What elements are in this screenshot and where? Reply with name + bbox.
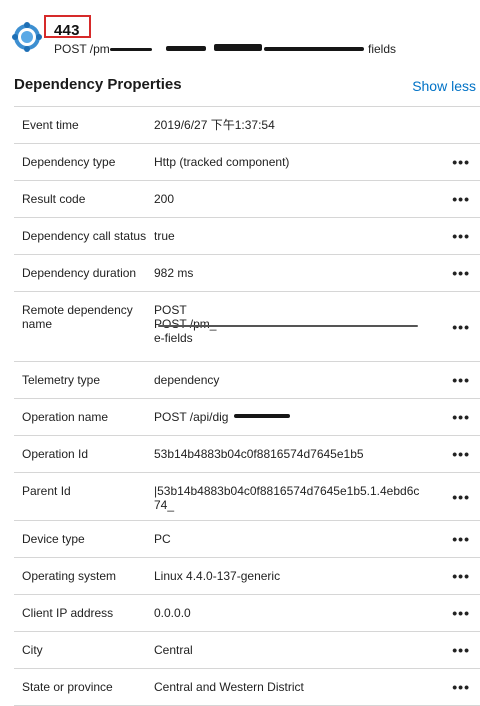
more-options-icon[interactable]: ••• <box>452 680 470 694</box>
property-value: 2019/6/27 下午1:37:54 <box>154 118 275 132</box>
property-row-result-code: Result code 200 ••• <box>14 181 480 218</box>
subtitle-method-path: POST /pm <box>54 42 110 56</box>
property-value: Central and Western District <box>154 680 304 694</box>
more-options-icon[interactable]: ••• <box>452 229 470 243</box>
redaction-mark <box>158 325 418 327</box>
application-insights-icon <box>12 22 42 52</box>
show-less-link[interactable]: Show less <box>412 78 476 94</box>
properties-table: Event time 2019/6/27 下午1:37:54 Dependenc… <box>14 106 480 706</box>
property-label: Dependency duration <box>22 266 137 280</box>
redaction-mark <box>214 44 262 51</box>
more-options-icon[interactable]: ••• <box>452 266 470 280</box>
remote-name-line3: e-fields <box>154 331 193 345</box>
redaction-mark <box>234 414 290 418</box>
more-options-icon[interactable]: ••• <box>452 606 470 620</box>
property-row-telemetry-type: Telemetry type dependency ••• <box>14 362 480 399</box>
property-value: 0.0.0.0 <box>154 606 191 620</box>
property-row-remote-dependency-name: Remote dependency name POST POST /pm_ e-… <box>14 292 480 362</box>
property-row-state-province: State or province Central and Western Di… <box>14 669 480 706</box>
property-row-parent-id: Parent Id |53b14b4883b04c0f8816574d7645e… <box>14 473 480 521</box>
property-value: Http (tracked component) <box>154 155 290 169</box>
operation-name-text: POST /api/dig <box>154 410 229 424</box>
property-label: Operation name <box>22 410 109 424</box>
property-row-dependency-type: Dependency type Http (tracked component)… <box>14 144 480 181</box>
property-label: State or province <box>22 680 113 694</box>
more-options-icon[interactable]: ••• <box>452 569 470 583</box>
more-options-icon[interactable]: ••• <box>452 532 470 546</box>
redaction-mark <box>264 47 364 51</box>
property-value: dependency <box>154 373 220 387</box>
section-title: Dependency Properties <box>14 76 182 93</box>
request-subtitle: POST /pm fields <box>54 42 414 58</box>
property-value: 200 <box>154 192 175 206</box>
property-value: |53b14b4883b04c0f8816574d7645e1b5.1.4ebd… <box>154 484 420 512</box>
property-row-client-ip: Client IP address 0.0.0.0 ••• <box>14 595 480 632</box>
property-label: Event time <box>22 118 79 132</box>
more-options-icon[interactable]: ••• <box>452 643 470 657</box>
property-value-multiline: POST POST /pm_ e-fields <box>154 292 439 361</box>
property-row-operation-id: Operation Id 53b14b4883b04c0f8816574d764… <box>14 436 480 473</box>
property-label: Operation Id <box>22 447 89 461</box>
more-options-icon[interactable]: ••• <box>452 447 470 461</box>
property-value: Central <box>154 643 193 657</box>
property-label: Dependency call status <box>22 229 147 243</box>
property-label: Remote dependency name <box>22 303 133 331</box>
property-row-operation-name: Operation name POST /api/dig ••• <box>14 399 480 436</box>
property-row-device-type: Device type PC ••• <box>14 521 480 558</box>
property-value: 53b14b4883b04c0f8816574d7645e1b5 <box>154 447 364 461</box>
remote-name-line2: POST /pm_ <box>154 317 439 331</box>
result-code-title: 443 <box>54 22 80 39</box>
property-value: true <box>154 229 175 243</box>
more-options-icon[interactable]: ••• <box>452 155 470 169</box>
more-options-icon[interactable]: ••• <box>452 410 470 424</box>
property-value-redacted: POST /api/dig <box>154 399 439 435</box>
property-label: City <box>22 643 43 657</box>
more-options-icon[interactable]: ••• <box>452 373 470 387</box>
property-label: Result code <box>22 192 86 206</box>
remote-name-prefix: POST /pm_ <box>154 317 217 331</box>
property-label: Client IP address <box>22 606 114 620</box>
property-row-call-status: Dependency call status true ••• <box>14 218 480 255</box>
dependency-header: 443 POST /pm fields <box>0 0 480 66</box>
redaction-mark <box>110 48 152 51</box>
more-options-icon[interactable]: ••• <box>452 490 470 504</box>
property-row-city: City Central ••• <box>14 632 480 669</box>
redaction-mark <box>166 46 206 51</box>
more-options-icon[interactable]: ••• <box>452 320 470 334</box>
property-label: Device type <box>22 532 85 546</box>
property-value: Linux 4.4.0-137-generic <box>154 569 281 583</box>
more-options-icon[interactable]: ••• <box>452 192 470 206</box>
property-label: Dependency type <box>22 155 116 169</box>
property-row-operating-system: Operating system Linux 4.4.0-137-generic… <box>14 558 480 595</box>
subtitle-suffix: fields <box>368 42 397 56</box>
property-label: Parent Id <box>22 484 71 498</box>
property-value: 982 ms <box>154 266 194 280</box>
property-label: Telemetry type <box>22 373 101 387</box>
property-row-duration: Dependency duration 982 ms ••• <box>14 255 480 292</box>
property-label: Operating system <box>22 569 117 583</box>
property-row-event-time: Event time 2019/6/27 下午1:37:54 <box>14 107 480 144</box>
property-value: PC <box>154 532 171 546</box>
remote-name-line1: POST <box>154 303 187 317</box>
